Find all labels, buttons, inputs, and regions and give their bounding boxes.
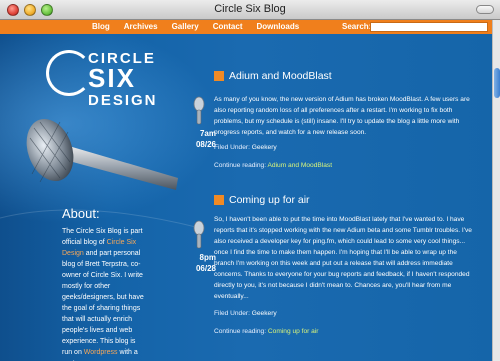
vertical-scrollbar[interactable] bbox=[492, 20, 500, 361]
post-continue: Continue reading: Adium and MoodBlast bbox=[214, 162, 332, 169]
toolbar-toggle-button[interactable] bbox=[476, 5, 494, 14]
wordpress-link[interactable]: Wordpress bbox=[84, 349, 118, 356]
page-content: CIRCLE SIX DESIGN About: The Circle Six … bbox=[0, 34, 492, 361]
post-time: 8pm bbox=[199, 253, 216, 262]
search-input[interactable] bbox=[370, 22, 488, 32]
post-bullet-icon bbox=[214, 195, 224, 205]
continue-reading-label: Continue reading: bbox=[214, 162, 267, 169]
nav-item-archives[interactable]: Archives bbox=[124, 20, 158, 34]
post-title[interactable]: Adium and MoodBlast bbox=[229, 70, 332, 82]
filed-under-label: Filed Under: bbox=[214, 310, 250, 317]
window-title: Circle Six Blog bbox=[214, 3, 286, 15]
category-link[interactable]: Geekery bbox=[252, 310, 277, 317]
category-link[interactable]: Geekery bbox=[252, 144, 277, 151]
browser-window: Circle Six Blog Blog Archives Gallery Co… bbox=[0, 0, 500, 361]
search-label: Search: bbox=[342, 22, 372, 31]
microphone-icon bbox=[0, 119, 200, 228]
post-title-row: Adium and MoodBlast bbox=[214, 70, 332, 82]
post-continue: Continue reading: Coming up for air bbox=[214, 328, 318, 335]
microphone-icon bbox=[193, 220, 205, 249]
continue-reading-link[interactable]: Adium and MoodBlast bbox=[268, 162, 333, 169]
post-filed-under: Filed Under: Geekery bbox=[214, 144, 277, 151]
post-date: 06/28 bbox=[195, 264, 216, 273]
post-body: So, I haven't been able to put the time … bbox=[214, 216, 472, 300]
post-title[interactable]: Coming up for air bbox=[229, 194, 310, 206]
nav-item-contact[interactable]: Contact bbox=[213, 20, 243, 34]
post-body: As many of you know, the new version of … bbox=[214, 96, 470, 136]
about-text: The Circle Six Blog is part official blo… bbox=[62, 226, 146, 361]
continue-reading-label: Continue reading: bbox=[214, 328, 267, 335]
nav-menu: Blog Archives Gallery Contact Downloads bbox=[92, 20, 299, 34]
post-title-row: Coming up for air bbox=[214, 194, 310, 206]
microphone-icon bbox=[193, 96, 205, 125]
filed-under-label: Filed Under: bbox=[214, 144, 250, 151]
continue-reading-link[interactable]: Coming up for air bbox=[268, 328, 319, 335]
post-date: 08/26 bbox=[195, 140, 216, 149]
title-bar: Circle Six Blog bbox=[0, 0, 500, 20]
nav-bar: Blog Archives Gallery Contact Downloads … bbox=[0, 20, 492, 34]
post-time: 7am bbox=[199, 129, 216, 138]
about-heading: About: bbox=[62, 206, 100, 221]
post-filed-under: Filed Under: Geekery bbox=[214, 310, 277, 317]
nav-item-gallery[interactable]: Gallery bbox=[172, 20, 199, 34]
about-text-part: and part personal blog of Brett Terpstra… bbox=[62, 250, 144, 356]
post-bullet-icon bbox=[214, 71, 224, 81]
scrollbar-thumb[interactable] bbox=[494, 68, 500, 98]
nav-item-downloads[interactable]: Downloads bbox=[257, 20, 300, 34]
nav-item-blog[interactable]: Blog bbox=[92, 20, 110, 34]
